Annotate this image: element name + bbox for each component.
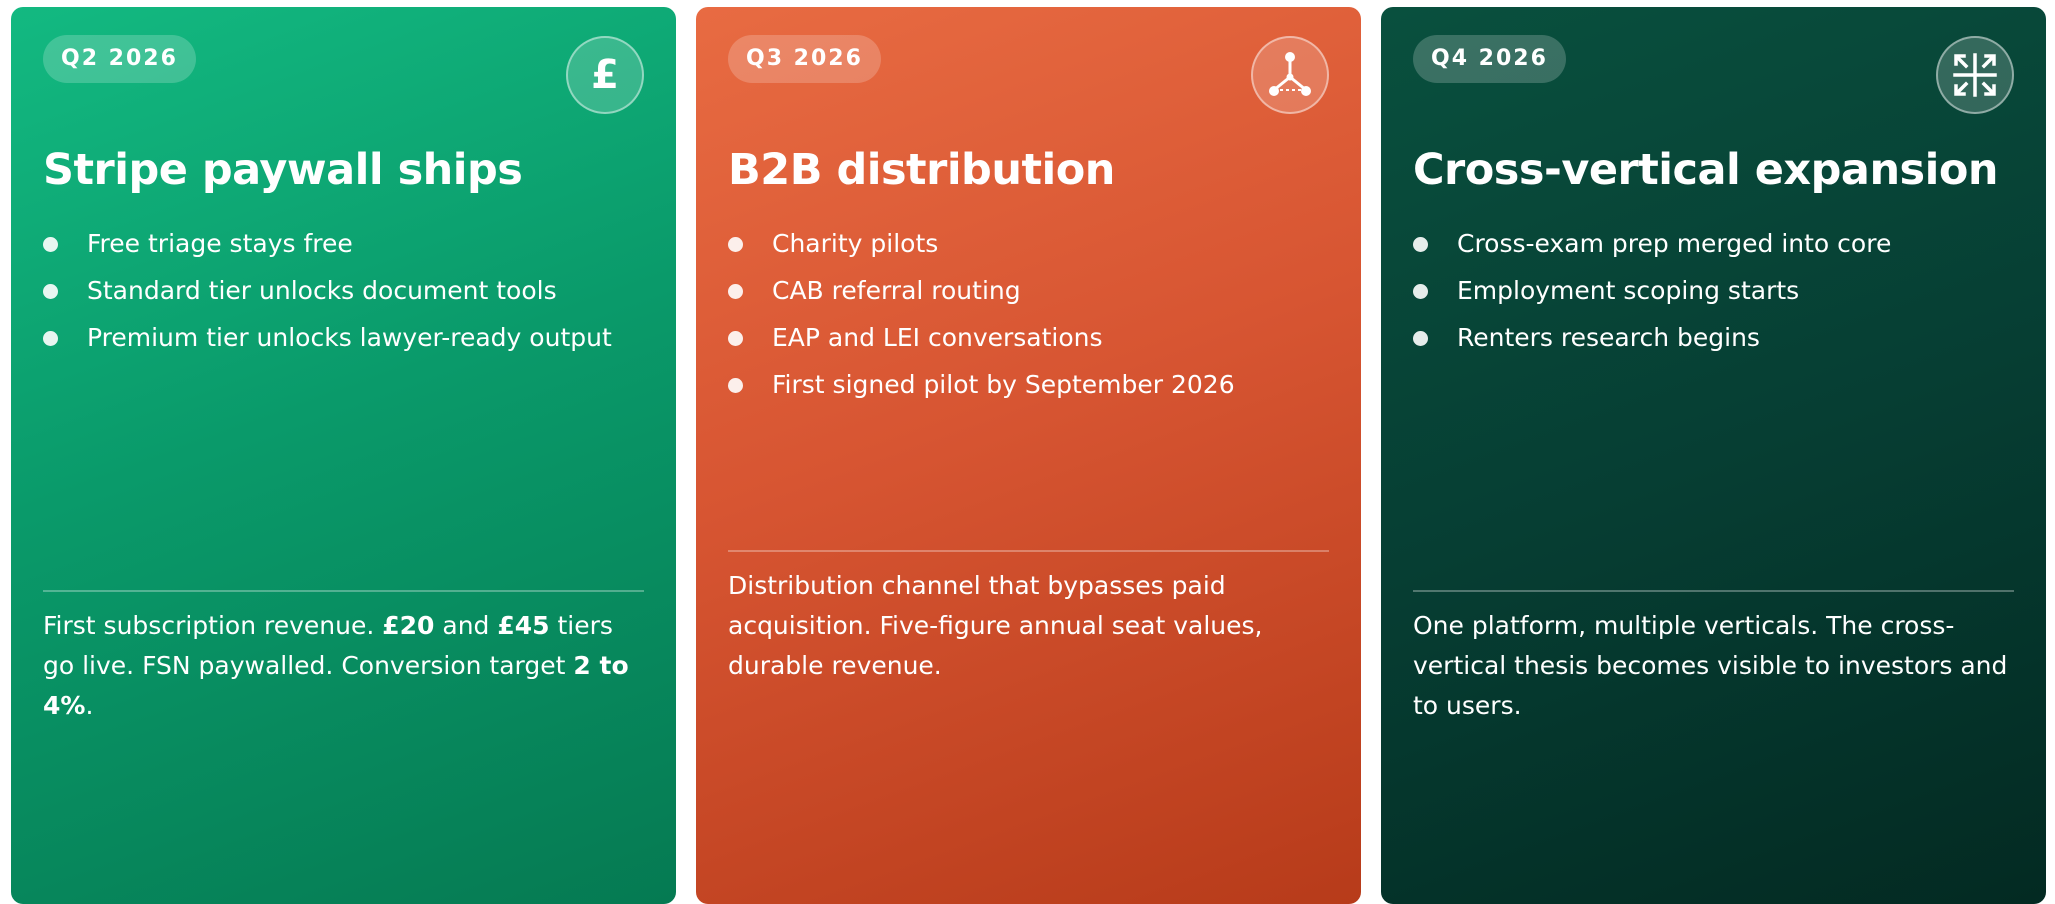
bullet-list: Charity pilots CAB referral routing EAP … [728, 220, 1329, 408]
list-item: First signed pilot by September 2026 [728, 361, 1329, 408]
period-badge: Q3 2026 [728, 35, 881, 83]
list-item: Cross-exam prep merged into core [1413, 220, 2014, 267]
footer-text: First subscription revenue. [43, 611, 383, 640]
list-item: Charity pilots [728, 220, 1329, 267]
network-nodes-icon-svg [1269, 52, 1311, 96]
roadmap-board: Q2 2026 £ Stripe paywall ships Free tria… [0, 0, 2055, 904]
card-title: Cross-vertical expansion [1413, 145, 1999, 195]
roadmap-card-q4: Q4 2026 Cross-vertical expansion Cross-e… [1381, 7, 2046, 904]
footer-highlight: £20 [382, 611, 435, 640]
list-item: Renters research begins [1413, 314, 2014, 361]
roadmap-card-q2: Q2 2026 £ Stripe paywall ships Free tria… [11, 7, 676, 904]
footer-highlight: £45 [497, 611, 550, 640]
expand-arrows-icon-svg [1953, 53, 1997, 97]
bullet-list: Cross-exam prep merged into core Employm… [1413, 220, 2014, 361]
card-title: Stripe paywall ships [43, 145, 523, 195]
pound-glyph: £ [591, 52, 619, 98]
list-item: CAB referral routing [728, 267, 1329, 314]
footer-text: and [434, 611, 498, 640]
list-item: EAP and LEI conversations [728, 314, 1329, 361]
expand-arrows-icon [1936, 36, 2014, 114]
network-nodes-icon [1251, 36, 1329, 114]
footer-text: . [85, 691, 94, 720]
divider [728, 550, 1329, 552]
list-item: Free triage stays free [43, 220, 644, 267]
roadmap-card-q3: Q3 2026 B2B distribution Charity pilots … [696, 7, 1361, 904]
divider [1413, 590, 2014, 592]
bullet-list: Free triage stays free Standard tier unl… [43, 220, 644, 361]
divider [43, 590, 644, 592]
list-item: Premium tier unlocks lawyer-ready output [43, 314, 644, 361]
card-footer: Distribution channel that bypasses paid … [728, 571, 1263, 680]
period-badge: Q2 2026 [43, 35, 196, 83]
period-badge: Q4 2026 [1413, 35, 1566, 83]
pound-sign-icon: £ [566, 36, 644, 114]
card-footer: One platform, multiple verticals. The cr… [1413, 611, 2008, 720]
card-title: B2B distribution [728, 145, 1115, 195]
list-item: Employment scoping starts [1413, 267, 2014, 314]
card-footer: First subscription revenue. £20 and £45 … [43, 606, 644, 726]
list-item: Standard tier unlocks document tools [43, 267, 644, 314]
